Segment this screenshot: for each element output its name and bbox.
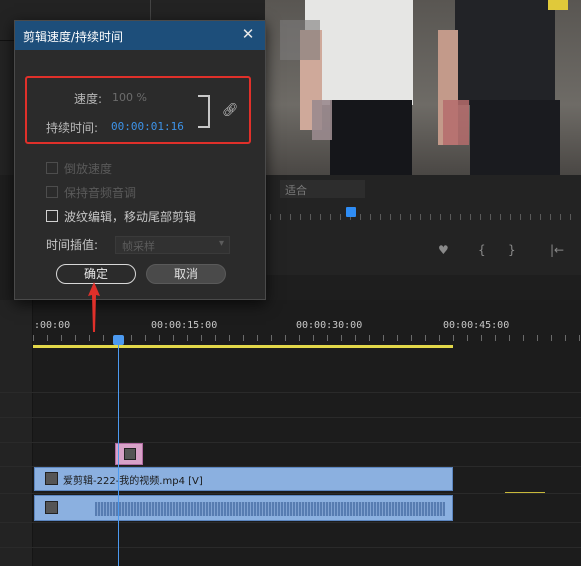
annotation-arrow-icon <box>88 282 100 332</box>
dialog-title: 剪辑速度/持续时间 <box>23 30 124 44</box>
dialog-title-bar[interactable]: 剪辑速度/持续时间 ✕ <box>15 21 265 50</box>
interp-select[interactable]: 帧采样 ▾ <box>115 236 230 254</box>
interp-value: 帧采样 <box>122 240 155 253</box>
work-area-bar[interactable] <box>33 345 453 348</box>
monitor-ruler[interactable] <box>270 214 575 220</box>
playhead-line[interactable] <box>118 340 119 566</box>
reverse-checkbox[interactable] <box>46 162 58 174</box>
keep-pitch-checkbox[interactable] <box>46 186 58 198</box>
interp-label: 时间插值: <box>46 238 99 252</box>
cancel-button[interactable]: 取消 <box>146 264 226 284</box>
fx-icon <box>124 448 136 460</box>
keep-pitch-label: 保持音频音调 <box>64 186 137 200</box>
ripple-edit-label: 波纹编辑，移动尾部剪辑 <box>64 210 197 224</box>
mark-in-icon[interactable]: { <box>478 243 486 257</box>
chevron-down-icon: ▾ <box>218 238 224 249</box>
transition-clip[interactable] <box>115 443 143 465</box>
ok-button[interactable]: 确定 <box>56 264 136 284</box>
fx-icon <box>45 501 58 514</box>
reverse-label: 倒放速度 <box>64 162 113 176</box>
tick-label: :00:00 <box>34 320 71 331</box>
highlight-box <box>25 76 251 144</box>
marker-line <box>505 492 545 493</box>
fx-icon <box>45 472 58 485</box>
tick-label: 00:00:45:00 <box>443 320 510 331</box>
close-icon[interactable]: ✕ <box>240 26 256 42</box>
mark-out-icon[interactable]: } <box>508 243 516 257</box>
speed-duration-dialog: 剪辑速度/持续时间 ✕ <box>14 20 266 300</box>
go-to-in-icon[interactable]: |← <box>550 243 564 257</box>
marker-icon[interactable]: ♥ <box>438 243 449 257</box>
ripple-edit-checkbox[interactable] <box>46 210 58 222</box>
fit-dropdown[interactable]: 适合 <box>280 180 365 198</box>
playhead-handle[interactable] <box>113 335 124 345</box>
clip-name: 爱剪辑-222-我的视频.mp4 [V] <box>63 476 203 487</box>
monitor-playhead[interactable] <box>346 207 356 217</box>
tick-label: 00:00:30:00 <box>296 320 363 331</box>
track-headers <box>0 300 33 566</box>
tick-label: 00:00:15:00 <box>151 320 218 331</box>
audio-clip[interactable] <box>34 495 453 521</box>
video-clip[interactable]: 爱剪辑-222-我的视频.mp4 [V] <box>34 467 453 491</box>
audio-waveform <box>95 502 445 516</box>
